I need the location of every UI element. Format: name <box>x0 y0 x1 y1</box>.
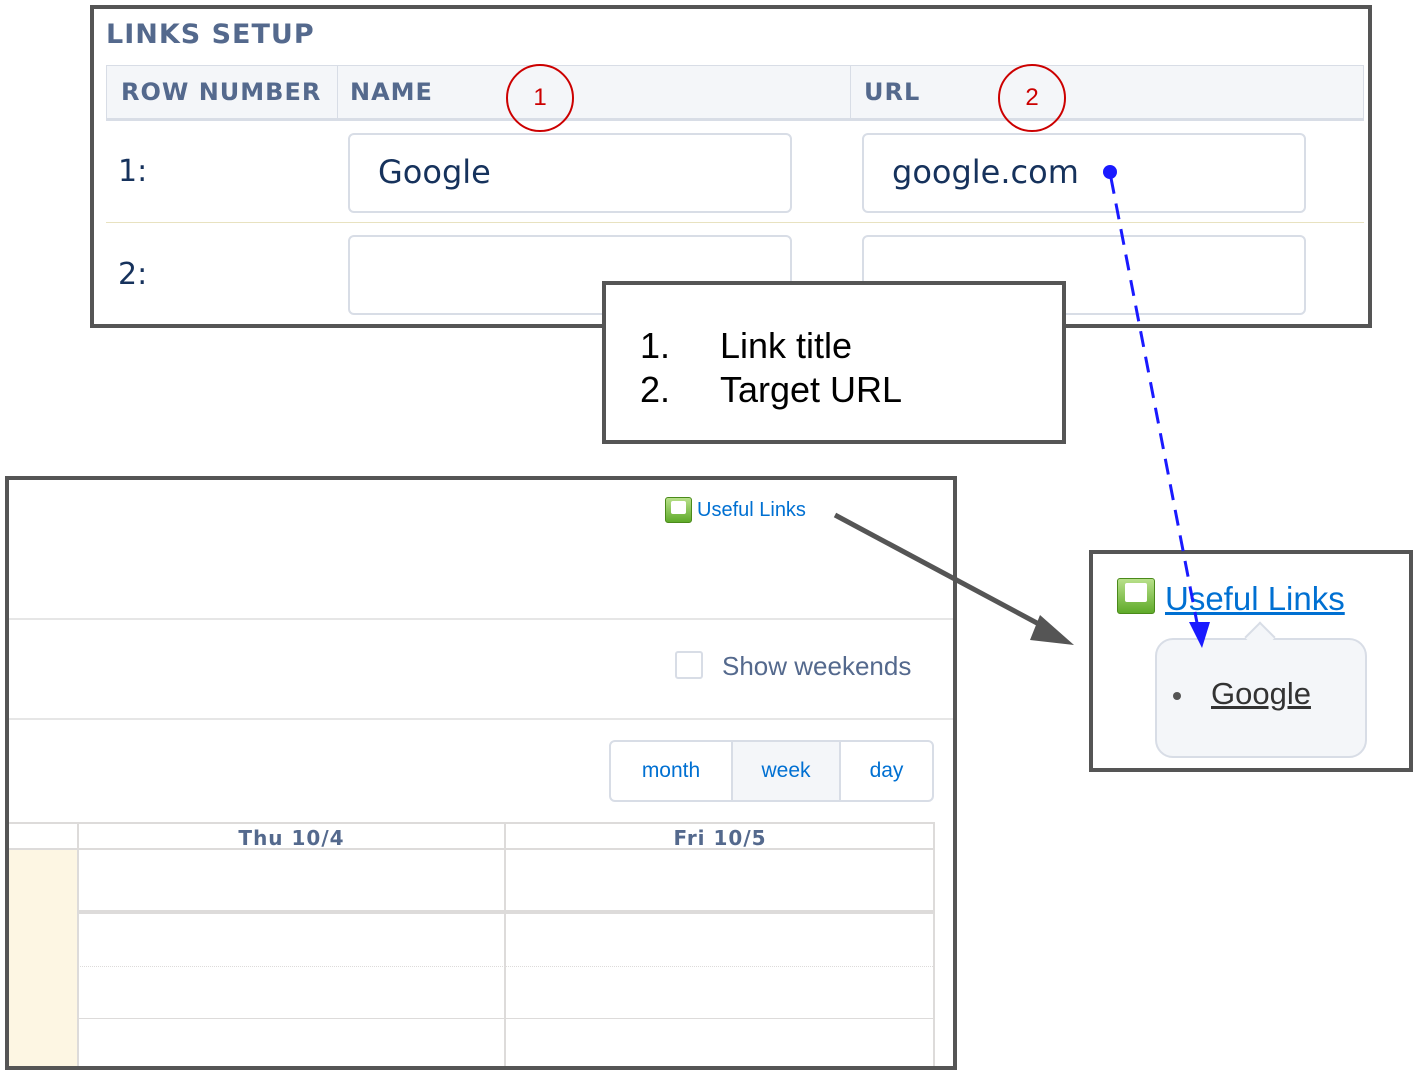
url-arrow-head <box>1189 622 1210 648</box>
url-arrow-origin <box>1103 165 1117 179</box>
zoom-arrow <box>833 512 1052 633</box>
annotation-arrows <box>833 165 1210 648</box>
zoom-arrow-head <box>1030 615 1074 645</box>
url-to-link-arrow <box>1109 177 1200 629</box>
